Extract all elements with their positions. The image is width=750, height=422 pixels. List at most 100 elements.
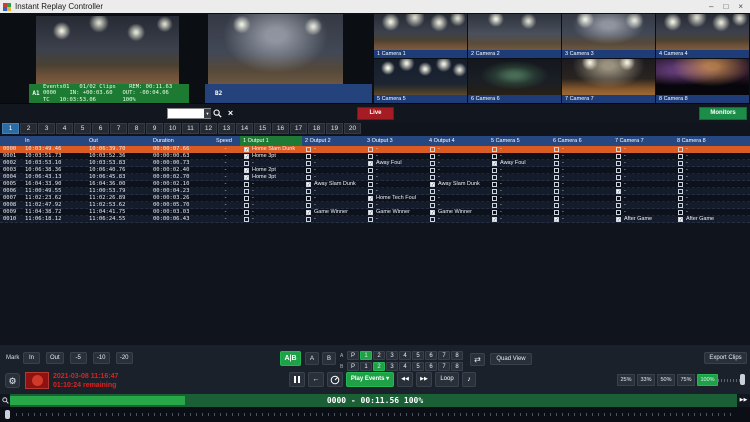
event-checkbox[interactable] xyxy=(678,182,683,187)
event-checkbox[interactable] xyxy=(492,161,497,166)
camera-thumbnail-8[interactable]: 8 Camera 8 xyxy=(656,58,750,103)
tape-button-Out[interactable]: Out xyxy=(46,352,64,364)
maximize-button[interactable]: □ xyxy=(723,2,728,11)
event-checkbox[interactable] xyxy=(244,147,249,152)
tab-15[interactable]: 15 xyxy=(254,123,271,134)
skip-next-icon[interactable]: ▶▶ xyxy=(416,372,432,387)
camera-thumbnail-6[interactable]: 6 Camera 6 xyxy=(468,58,562,103)
bankA-button-5[interactable]: 5 xyxy=(412,351,424,360)
event-checkbox[interactable] xyxy=(616,161,621,166)
event-checkbox[interactable] xyxy=(306,189,311,194)
zoom-slider-handle[interactable] xyxy=(740,374,745,385)
event-checkbox[interactable] xyxy=(244,210,249,215)
swap-icon[interactable]: ⇄ xyxy=(470,353,485,366)
search-icon[interactable] xyxy=(212,108,223,119)
event-checkbox[interactable] xyxy=(678,203,683,208)
minimize-button[interactable]: – xyxy=(709,2,713,11)
event-checkbox[interactable] xyxy=(306,161,311,166)
tab-4[interactable]: 4 xyxy=(56,123,73,134)
camera-thumbnail-3[interactable]: 3 Camera 3 xyxy=(562,13,656,58)
event-checkbox[interactable] xyxy=(678,154,683,159)
event-checkbox[interactable] xyxy=(368,217,373,222)
event-checkbox[interactable] xyxy=(616,182,621,187)
event-checkbox[interactable] xyxy=(430,196,435,201)
tab-8[interactable]: 8 xyxy=(128,123,145,134)
zoom-button-25[interactable]: 25% xyxy=(617,374,635,386)
event-checkbox[interactable] xyxy=(616,168,621,173)
event-checkbox[interactable] xyxy=(368,203,373,208)
event-checkbox[interactable] xyxy=(306,196,311,201)
back-arrow-icon[interactable]: ← xyxy=(308,372,324,387)
event-checkbox[interactable] xyxy=(306,182,311,187)
bankA-button-1[interactable]: 1 xyxy=(360,351,372,360)
timeline-ruler[interactable] xyxy=(0,407,750,422)
ruler-position-handle[interactable] xyxy=(5,410,10,419)
event-checkbox[interactable] xyxy=(492,217,497,222)
jump-to-end-icon[interactable]: ▶▶ xyxy=(737,394,750,407)
tape-button-5[interactable]: -5 xyxy=(70,352,87,364)
event-checkbox[interactable] xyxy=(492,168,497,173)
tape-button-10[interactable]: -10 xyxy=(93,352,110,364)
music-note-icon[interactable]: ♪ xyxy=(462,372,476,387)
event-checkbox[interactable] xyxy=(678,175,683,180)
event-checkbox[interactable] xyxy=(616,210,621,215)
bankA-button-4[interactable]: 4 xyxy=(399,351,411,360)
event-checkbox[interactable] xyxy=(430,203,435,208)
tape-button-20[interactable]: -20 xyxy=(116,352,133,364)
event-checkbox[interactable] xyxy=(244,196,249,201)
event-checkbox[interactable] xyxy=(554,168,559,173)
clear-search-icon[interactable]: × xyxy=(225,108,236,119)
tab-11[interactable]: 11 xyxy=(182,123,199,134)
monitor-a-video[interactable] xyxy=(36,16,179,84)
event-checkbox[interactable] xyxy=(554,182,559,187)
bankA-button-2[interactable]: 2 xyxy=(373,351,385,360)
event-checkbox[interactable] xyxy=(616,217,621,222)
event-checkbox[interactable] xyxy=(244,175,249,180)
ab-channel-button[interactable]: A|B xyxy=(280,351,301,366)
tab-17[interactable]: 17 xyxy=(290,123,307,134)
bankA-button-P[interactable]: P xyxy=(347,351,359,360)
monitors-button[interactable]: Monitors xyxy=(699,107,747,120)
quad-view-button[interactable]: Quad View xyxy=(490,353,532,365)
tab-18[interactable]: 18 xyxy=(308,123,325,134)
event-checkbox[interactable] xyxy=(244,161,249,166)
event-checkbox[interactable] xyxy=(616,175,621,180)
event-checkbox[interactable] xyxy=(430,161,435,166)
event-checkbox[interactable] xyxy=(678,168,683,173)
event-checkbox[interactable] xyxy=(616,154,621,159)
event-checkbox[interactable] xyxy=(244,189,249,194)
event-checkbox[interactable] xyxy=(492,210,497,215)
event-checkbox[interactable] xyxy=(554,203,559,208)
bankA-button-7[interactable]: 7 xyxy=(438,351,450,360)
camera-thumbnail-7[interactable]: 7 Camera 7 xyxy=(562,58,656,103)
event-checkbox[interactable] xyxy=(492,154,497,159)
event-checkbox[interactable] xyxy=(678,210,683,215)
play-events-button[interactable]: Play Events ▾ xyxy=(346,372,394,387)
b-channel-button[interactable]: B xyxy=(322,352,336,365)
event-checkbox[interactable] xyxy=(554,196,559,201)
event-checkbox[interactable] xyxy=(306,154,311,159)
event-checkbox[interactable] xyxy=(368,182,373,187)
event-checkbox[interactable] xyxy=(554,161,559,166)
event-checkbox[interactable] xyxy=(678,161,683,166)
loop-button[interactable]: Loop xyxy=(435,372,459,387)
zoom-button-50[interactable]: 50% xyxy=(657,374,675,386)
bankB-button-P[interactable]: P xyxy=(347,362,359,371)
tab-7[interactable]: 7 xyxy=(110,123,127,134)
event-checkbox[interactable] xyxy=(430,175,435,180)
event-checkbox[interactable] xyxy=(368,175,373,180)
live-button[interactable]: Live xyxy=(357,107,394,120)
a-channel-button[interactable]: A xyxy=(305,352,319,365)
export-clips-button[interactable]: Export Clips xyxy=(704,352,747,364)
event-checkbox[interactable] xyxy=(244,217,249,222)
zoom-button-75[interactable]: 75% xyxy=(677,374,695,386)
event-checkbox[interactable] xyxy=(244,203,249,208)
event-checkbox[interactable] xyxy=(430,154,435,159)
event-checkbox[interactable] xyxy=(306,203,311,208)
bankB-button-6[interactable]: 6 xyxy=(425,362,437,371)
bankA-button-8[interactable]: 8 xyxy=(451,351,463,360)
event-checkbox[interactable] xyxy=(368,168,373,173)
event-checkbox[interactable] xyxy=(430,147,435,152)
event-checkbox[interactable] xyxy=(430,182,435,187)
event-checkbox[interactable] xyxy=(492,175,497,180)
